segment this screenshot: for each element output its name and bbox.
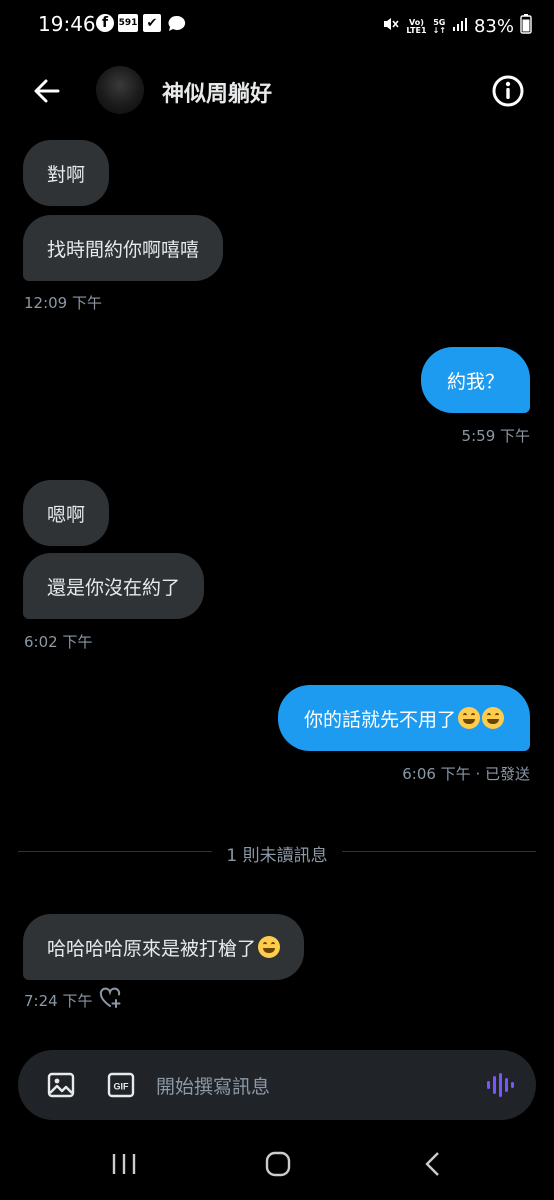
conversation-title[interactable]: 神似周躺好 (162, 76, 272, 108)
checkbox-icon: ✔ (143, 14, 161, 32)
message-composer: GIF 開始撰寫訊息 (18, 1050, 536, 1120)
voice-message-button[interactable] (484, 1070, 514, 1100)
battery-percent: 83% (473, 16, 514, 37)
message-status-timestamp: 6:06 下午 · 已發送 (402, 765, 530, 783)
chevron-left-icon (425, 1152, 439, 1176)
unread-divider: 1 則未讀訊息 (0, 841, 554, 866)
message-timestamp: 12:09 下午 (24, 294, 102, 312)
message-timestamp: 5:59 下午 (461, 427, 530, 445)
unread-divider-label: 1 則未讀訊息 (212, 846, 342, 866)
message-text: 你的話就先不用了 (303, 708, 456, 731)
recent-apps-button[interactable] (104, 1148, 144, 1180)
gif-button[interactable]: GIF (106, 1070, 136, 1100)
mute-icon (382, 15, 400, 38)
back-button[interactable] (30, 74, 64, 108)
5g-icon: 5G ↓↑ (432, 17, 446, 35)
grinning-sweat-emoji-icon (258, 936, 281, 958)
image-icon (47, 1072, 75, 1098)
heart-plus-icon (99, 987, 121, 1008)
status-time: 19:46 (38, 12, 96, 36)
home-button[interactable] (258, 1148, 298, 1180)
facebook-icon: f (96, 14, 114, 32)
info-icon (492, 75, 524, 107)
home-icon (265, 1151, 291, 1177)
volte-icon: Vo) LTE1 (406, 17, 427, 35)
message-bubble-outgoing[interactable]: 約我？ (420, 347, 530, 413)
message-timestamp: 7:24 下午 (24, 992, 93, 1010)
message-input[interactable]: 開始撰寫訊息 (156, 1072, 270, 1099)
chat-icon (167, 14, 187, 34)
gif-icon: GIF (107, 1072, 135, 1098)
back-nav-button[interactable] (414, 1148, 454, 1180)
voice-icon (487, 1073, 514, 1097)
info-button[interactable] (490, 73, 526, 109)
message-timestamp: 6:02 下午 (24, 633, 93, 651)
react-button[interactable] (98, 986, 122, 1010)
avatar[interactable] (96, 66, 144, 114)
591-app-icon: 591 (118, 14, 138, 32)
message-bubble-incoming[interactable]: 找時間約你啊嘻嘻 (23, 215, 224, 281)
recents-icon (112, 1154, 136, 1174)
message-bubble-incoming[interactable]: 對啊 (23, 140, 110, 206)
signal-icon (452, 16, 468, 37)
message-bubble-incoming[interactable]: 還是你沒在約了 (23, 553, 205, 619)
message-bubble-incoming[interactable]: 哈哈哈哈原來是被打槍了 (23, 914, 305, 980)
add-image-button[interactable] (46, 1070, 76, 1100)
gif-label: GIF (114, 1082, 130, 1092)
grinning-sweat-emoji-icon (458, 707, 480, 729)
grinning-sweat-emoji-icon (482, 707, 504, 729)
status-right: Vo) LTE1 5G ↓↑ 83% (382, 14, 532, 39)
arrow-left-icon (34, 79, 60, 103)
message-text: 哈哈哈哈原來是被打槍了 (47, 937, 257, 960)
message-bubble-incoming[interactable]: 嗯啊 (23, 480, 110, 546)
message-bubble-outgoing[interactable]: 你的話就先不用了 (277, 685, 530, 751)
battery-icon (520, 14, 532, 39)
